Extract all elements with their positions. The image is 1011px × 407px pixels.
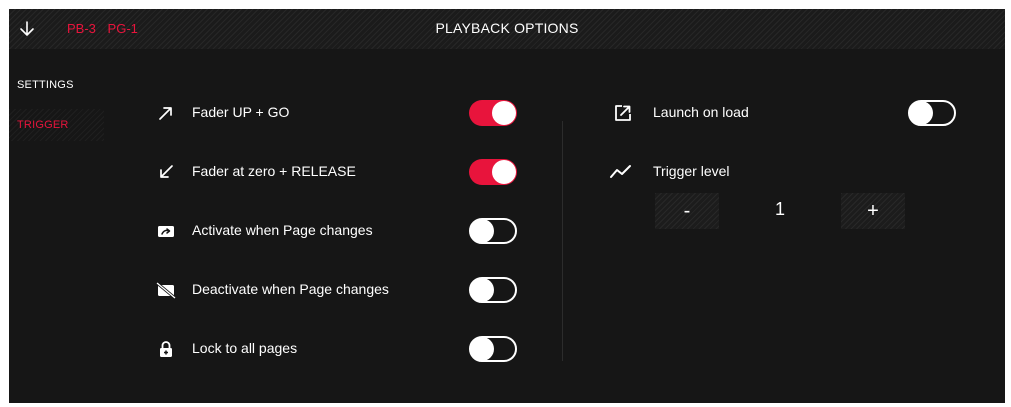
- option-row-deactivate-page-change: Deactivate when Page changes: [156, 275, 526, 305]
- option-row-fader-up-go: Fader UP + GO: [156, 98, 526, 128]
- decrement-button[interactable]: -: [655, 193, 719, 229]
- toggle-deactivate-page-change[interactable]: [469, 277, 517, 303]
- toggle-knob: [470, 337, 494, 361]
- toggle-fader-up-go[interactable]: [469, 100, 517, 126]
- toggle-activate-page-change[interactable]: [469, 218, 517, 244]
- increment-button[interactable]: +: [841, 193, 905, 229]
- toggle-knob: [909, 101, 933, 125]
- option-label: Deactivate when Page changes: [192, 281, 389, 297]
- lock-icon: [160, 341, 172, 357]
- option-label: Fader UP + GO: [192, 104, 290, 120]
- arrow-down-left-icon: [160, 165, 173, 178]
- header-bar: PB-3 PG-1 PLAYBACK OPTIONS: [9, 9, 1005, 49]
- option-label: Activate when Page changes: [192, 222, 373, 238]
- trend-line-icon: [610, 165, 631, 178]
- page-title: PLAYBACK OPTIONS: [435, 20, 579, 36]
- toggle-knob: [470, 219, 494, 243]
- option-row-trigger-level: Trigger level: [609, 157, 809, 187]
- option-label: Trigger level: [653, 163, 730, 179]
- column-divider: [562, 121, 563, 361]
- toggle-knob: [492, 160, 516, 184]
- option-row-fader-zero-release: Fader at zero + RELEASE: [156, 157, 526, 187]
- playback-options-window: PB-3 PG-1 PLAYBACK OPTIONS SETTINGS TRIG…: [9, 9, 1005, 403]
- toggle-knob: [470, 278, 494, 302]
- option-row-launch-on-load: Launch on load: [613, 98, 958, 128]
- toggle-fader-zero-release[interactable]: [469, 159, 517, 185]
- open-external-icon: [615, 105, 631, 121]
- toggle-lock-all-pages[interactable]: [469, 336, 517, 362]
- toggle-launch-on-load[interactable]: [908, 100, 956, 126]
- sidebar-item-settings[interactable]: SETTINGS: [9, 69, 104, 101]
- trigger-level-value: 1: [774, 199, 785, 219]
- option-label: Fader at zero + RELEASE: [192, 163, 356, 179]
- arrow-up-right-icon: [159, 107, 172, 120]
- page-activate-icon: [158, 226, 174, 237]
- toggle-knob: [492, 101, 516, 125]
- option-label: Lock to all pages: [192, 340, 298, 356]
- page-deactivate-icon: [156, 281, 176, 300]
- option-row-lock-all-pages: Lock to all pages: [156, 334, 526, 364]
- sidebar-item-trigger[interactable]: TRIGGER: [9, 109, 104, 141]
- option-row-activate-page-change: Activate when Page changes: [156, 216, 526, 246]
- option-label: Launch on load: [653, 104, 749, 120]
